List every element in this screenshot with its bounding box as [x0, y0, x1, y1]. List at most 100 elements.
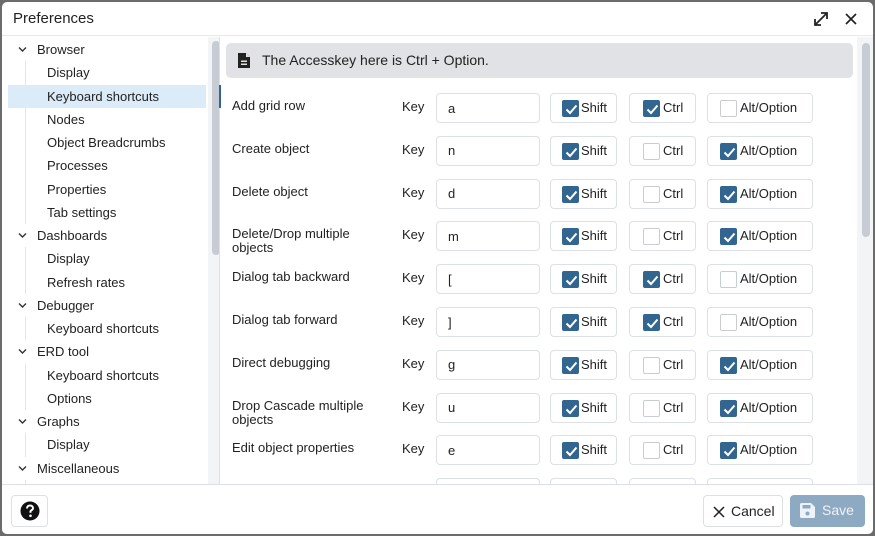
checkbox-unchecked-icon[interactable]	[643, 399, 660, 417]
checkbox-unchecked-icon[interactable]	[643, 185, 660, 203]
checkbox-checked-icon[interactable]	[720, 442, 737, 460]
ctrl-checkbox[interactable]: Ctrl	[629, 178, 696, 209]
tree-group[interactable]: Browser	[8, 38, 206, 61]
shift-checkbox[interactable]: Shift	[550, 264, 617, 295]
tree-item[interactable]: Keyboard shortcuts	[8, 364, 206, 387]
tree-group[interactable]: ERD tool	[8, 340, 206, 363]
alt-checkbox[interactable]: Alt/Option	[707, 93, 813, 123]
key-input[interactable]	[436, 221, 540, 252]
shift-checkbox[interactable]: Shift	[550, 435, 617, 466]
tree-item[interactable]: Processes	[8, 154, 206, 177]
shortcut-label: Add grid row	[232, 98, 305, 113]
key-input[interactable]	[436, 392, 540, 423]
alt-checkbox[interactable]: Alt/Option	[707, 392, 813, 423]
shift-checkbox[interactable]: Shift	[550, 307, 617, 337]
shift-checkbox[interactable]: Shift	[550, 221, 617, 252]
checkbox-checked-icon[interactable]	[720, 399, 737, 417]
ctrl-checkbox[interactable]: Ctrl	[629, 435, 696, 466]
checkbox-checked-icon[interactable]	[562, 228, 579, 246]
close-x-icon[interactable]	[842, 10, 860, 28]
key-input[interactable]	[436, 307, 540, 337]
ctrl-checkbox[interactable]: Ctrl	[629, 392, 696, 423]
key-input[interactable]	[436, 435, 540, 466]
chevron-down-icon[interactable]	[18, 418, 27, 425]
tree-item[interactable]: Tab settings	[8, 201, 206, 224]
checkbox-checked-icon[interactable]	[562, 314, 579, 331]
tree-item[interactable]: Keyboard shortcuts	[8, 317, 206, 340]
main-scrollbar-thumb[interactable]	[862, 43, 870, 237]
checkbox-checked-icon[interactable]	[720, 228, 737, 246]
shift-checkbox[interactable]: Shift	[550, 135, 617, 166]
key-input[interactable]	[436, 178, 540, 209]
chevron-down-icon[interactable]	[18, 232, 27, 239]
alt-checkbox[interactable]: Alt/Option	[707, 307, 813, 337]
shortcut-label: Create object	[232, 140, 310, 156]
tree-group[interactable]: Miscellaneous	[8, 457, 206, 480]
tree-item[interactable]: Nodes	[8, 108, 206, 131]
checkbox-checked-icon[interactable]	[643, 314, 660, 331]
ctrl-checkbox[interactable]: Ctrl	[629, 93, 696, 123]
checkbox-unchecked-icon[interactable]	[720, 100, 737, 117]
checkbox-unchecked-icon[interactable]	[643, 442, 660, 460]
tree-item[interactable]: Display	[8, 61, 206, 84]
checkbox-checked-icon[interactable]	[720, 356, 737, 374]
ctrl-checkbox[interactable]: Ctrl	[629, 307, 696, 337]
shift-checkbox[interactable]: Shift	[550, 178, 617, 209]
checkbox-unchecked-icon[interactable]	[643, 356, 660, 374]
checkbox-unchecked-icon[interactable]	[720, 314, 737, 331]
tree-item[interactable]: Keyboard shortcuts	[8, 84, 206, 108]
checkbox-checked-icon[interactable]	[562, 185, 579, 203]
tree-item[interactable]: Object Breadcrumbs	[8, 131, 206, 154]
alt-checkbox[interactable]: Alt/Option	[707, 221, 813, 252]
help-button[interactable]	[11, 495, 48, 527]
checkbox-unchecked-icon[interactable]	[643, 228, 660, 246]
alt-checkbox[interactable]: Alt/Option	[707, 349, 813, 380]
checkbox-checked-icon[interactable]	[720, 185, 737, 203]
save-button[interactable]: Save	[790, 495, 865, 527]
key-input[interactable]	[436, 264, 540, 295]
tree-group[interactable]: Graphs	[8, 410, 206, 433]
checkbox-checked-icon[interactable]	[643, 271, 660, 289]
tree-item[interactable]: Refresh rates	[8, 271, 206, 294]
chevron-down-icon[interactable]	[18, 465, 27, 472]
alt-label: Alt/Option	[740, 271, 798, 287]
sidebar-scrollbar-thumb[interactable]	[212, 41, 219, 255]
tree-item[interactable]: Options	[8, 387, 206, 410]
expand-arrows-icon[interactable]	[812, 10, 830, 28]
chevron-down-icon[interactable]	[18, 46, 27, 53]
checkbox-unchecked-icon[interactable]	[720, 271, 737, 289]
alt-checkbox[interactable]: Alt/Option	[707, 135, 813, 166]
shift-checkbox[interactable]: Shift	[550, 349, 617, 380]
alt-checkbox[interactable]: Alt/Option	[707, 178, 813, 209]
key-input[interactable]	[436, 349, 540, 380]
key-input[interactable]	[436, 135, 540, 166]
tree-group[interactable]: Debugger	[8, 294, 206, 317]
key-input[interactable]	[436, 93, 540, 123]
shortcut-label: Dialog tab backward	[232, 269, 350, 285]
checkbox-checked-icon[interactable]	[562, 356, 579, 374]
alt-checkbox[interactable]: Alt/Option	[707, 264, 813, 295]
checkbox-checked-icon[interactable]	[720, 142, 737, 160]
chevron-down-icon[interactable]	[18, 348, 27, 355]
ctrl-checkbox[interactable]: Ctrl	[629, 221, 696, 252]
shift-checkbox[interactable]: Shift	[550, 392, 617, 423]
alt-checkbox[interactable]: Alt/Option	[707, 435, 813, 466]
tree-group[interactable]: Dashboards	[8, 224, 206, 247]
checkbox-checked-icon[interactable]	[562, 271, 579, 289]
alt-label: Alt/Option	[740, 314, 798, 329]
checkbox-checked-icon[interactable]	[643, 100, 660, 117]
checkbox-checked-icon[interactable]	[562, 399, 579, 417]
shift-checkbox[interactable]: Shift	[550, 93, 617, 123]
checkbox-checked-icon[interactable]	[562, 442, 579, 460]
ctrl-checkbox[interactable]: Ctrl	[629, 264, 696, 295]
ctrl-checkbox[interactable]: Ctrl	[629, 135, 696, 166]
tree-item[interactable]: Properties	[8, 178, 206, 201]
tree-item[interactable]: Display	[8, 433, 206, 456]
checkbox-checked-icon[interactable]	[562, 142, 579, 160]
ctrl-checkbox[interactable]: Ctrl	[629, 349, 696, 380]
checkbox-unchecked-icon[interactable]	[643, 142, 660, 160]
chevron-down-icon[interactable]	[18, 302, 27, 309]
checkbox-checked-icon[interactable]	[562, 100, 579, 117]
cancel-button[interactable]: Cancel	[703, 495, 783, 527]
tree-item[interactable]: Display	[8, 247, 206, 270]
